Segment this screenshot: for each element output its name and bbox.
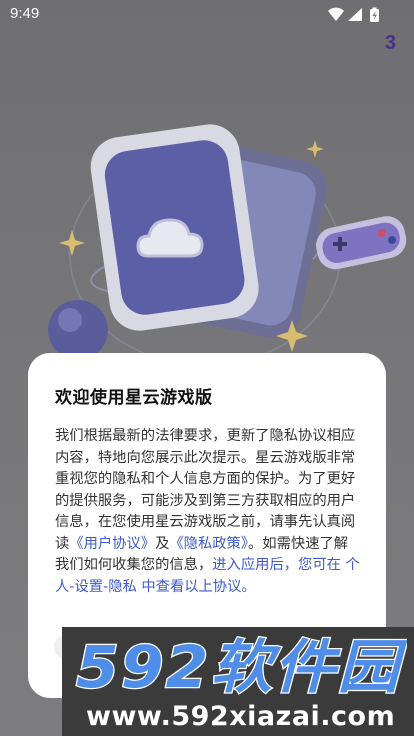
dialog-body: 我们根据最新的法律要求，更新了隐私协议相应内容，特地向您展示此次提示。星云游戏版… xyxy=(55,426,361,598)
user-agreement-link[interactable]: 《用户协议》 xyxy=(69,536,155,552)
watermark-url: www.592xiazai.com xyxy=(86,701,396,732)
splash-illustration xyxy=(48,124,407,366)
watermark-logo: 592软件园 xyxy=(75,633,407,697)
signal-icon xyxy=(348,8,362,21)
splash-screen: 9:49 3 欢迎使用星云游戏版 我们根据最新的法律要求，更新了隐私协议相应内容… xyxy=(0,0,414,736)
body-text-1: 我们根据最新的法律要求，更新了隐私协议相应内容，特地向您展示此次提示。星云游戏版… xyxy=(55,428,356,552)
svg-text:592软件园: 592软件园 xyxy=(76,633,407,697)
countdown-timer[interactable]: 3 xyxy=(385,32,396,55)
body-and-text: 及 xyxy=(155,535,170,552)
status-icons xyxy=(328,7,379,22)
dialog-title: 欢迎使用星云游戏版 xyxy=(55,388,213,408)
gamepad-icon xyxy=(316,216,407,270)
status-bar: 9:49 xyxy=(0,0,414,30)
wifi-icon xyxy=(328,7,344,21)
planet-icon xyxy=(48,300,108,360)
watermark-overlay: 592软件园 www.592xiazai.com xyxy=(62,627,414,736)
status-time: 9:49 xyxy=(10,5,40,22)
battery-icon xyxy=(370,7,379,22)
privacy-policy-link[interactable]: 《隐私政策》 xyxy=(169,536,248,552)
